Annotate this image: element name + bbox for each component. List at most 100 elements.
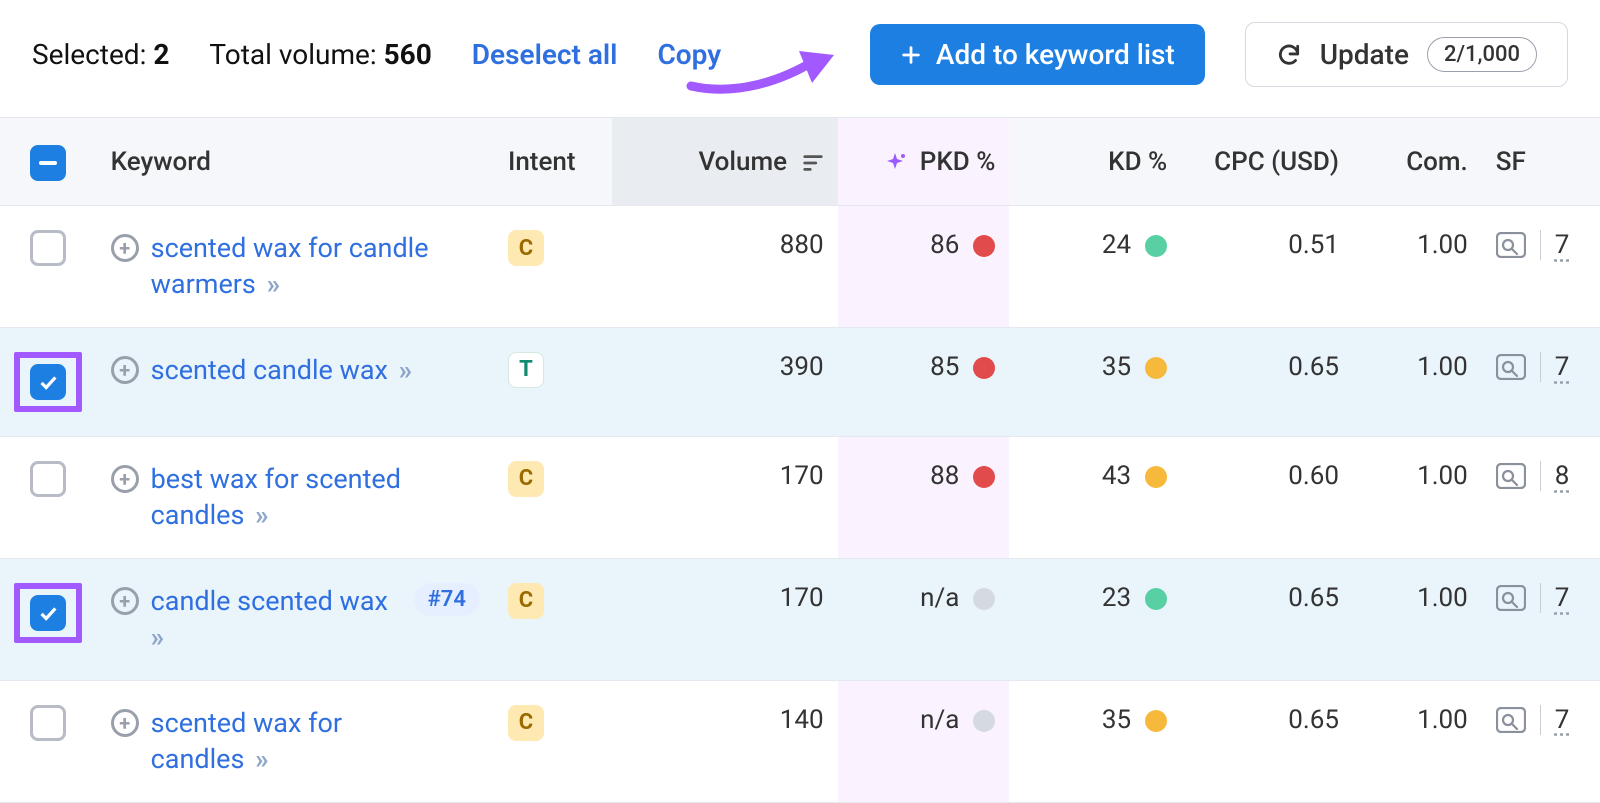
table-row: + scented candle wax » T 39085350.651.00 7 [0,327,1600,436]
difficulty-dot-icon [973,588,995,610]
volume-cell: 170 [612,436,838,558]
col-pkd-label: PKD % [920,147,996,177]
update-button[interactable]: Update 2/1,000 [1245,22,1568,87]
serp-preview-icon[interactable] [1496,463,1526,489]
kd-cell: 35 [1009,327,1181,436]
serp-preview-icon[interactable] [1496,354,1526,380]
col-checkbox[interactable] [0,118,97,206]
com-cell: 1.00 [1353,327,1482,436]
difficulty-dot-icon [1145,588,1167,610]
intent-badge: C [508,461,544,497]
col-com[interactable]: Com. [1353,118,1482,206]
keyword-link[interactable]: candle scented wax » [151,583,396,656]
com-cell: 1.00 [1353,680,1482,802]
cpc-cell: 0.65 [1181,327,1353,436]
expand-icon[interactable]: + [111,709,139,737]
add-to-keyword-list-button[interactable]: Add to keyword list [870,24,1205,85]
row-checkbox[interactable] [30,230,66,266]
expand-icon[interactable]: + [111,234,139,262]
highlight-box [14,583,82,643]
expand-icon[interactable]: + [111,356,139,384]
serp-preview-icon[interactable] [1496,707,1526,733]
col-sf[interactable]: SF [1482,118,1600,206]
difficulty-dot-icon [1145,466,1167,488]
volume-value: 560 [384,38,432,71]
toolbar: Selected: 2 Total volume: 560 Deselect a… [0,0,1600,117]
sort-desc-icon [802,153,824,173]
table-row: + scented wax for candles » C 140n/a350.651… [0,680,1600,802]
plus-icon [900,44,922,66]
row-checkbox[interactable] [30,705,66,741]
sf-count[interactable]: 8 [1540,461,1570,491]
kd-cell: 35 [1009,680,1181,802]
table-row: +candle scented wax »#74C170n/a230.651.0… [0,558,1600,680]
sparkle-icon [883,151,907,175]
serp-preview-icon[interactable] [1496,585,1526,611]
difficulty-dot-icon [1145,235,1167,257]
com-cell: 1.00 [1353,558,1482,680]
row-checkbox[interactable] [30,595,66,631]
keyword-link[interactable]: scented wax for candles » [151,705,431,778]
cpc-cell: 0.60 [1181,436,1353,558]
row-checkbox[interactable] [30,461,66,497]
com-cell: 1.00 [1353,206,1482,328]
table-row: + best wax for scented candles » C 17088430… [0,436,1600,558]
volume-cell: 390 [612,327,838,436]
sf-count[interactable]: 7 [1540,583,1570,613]
difficulty-dot-icon [1145,357,1167,379]
col-pkd[interactable]: PKD % [838,118,1010,206]
serp-preview-icon[interactable] [1496,232,1526,258]
col-cpc[interactable]: CPC (USD) [1181,118,1353,206]
pkd-cell: n/a [838,680,1010,802]
callout-arrow-icon [686,41,836,101]
volume-cell: 880 [612,206,838,328]
intent-badge: C [508,705,544,741]
selected-label: Selected: [32,38,146,71]
difficulty-dot-icon [973,235,995,257]
kd-cell: 43 [1009,436,1181,558]
cpc-cell: 0.65 [1181,680,1353,802]
expand-icon[interactable]: + [111,465,139,493]
pkd-cell: 88 [838,436,1010,558]
col-volume[interactable]: Volume [612,118,838,206]
difficulty-dot-icon [973,357,995,379]
kd-cell: 23 [1009,558,1181,680]
cpc-cell: 0.51 [1181,206,1353,328]
col-kd[interactable]: KD % [1009,118,1181,206]
selected-meta: Selected: 2 [32,38,169,71]
volume-label: Total volume: [209,38,376,71]
kd-cell: 24 [1009,206,1181,328]
sf-count[interactable]: 7 [1540,352,1570,382]
chevron-right-icon: » [248,499,268,531]
chevron-right-icon: » [151,621,165,653]
volume-meta: Total volume: 560 [209,38,431,71]
pkd-cell: 85 [838,327,1010,436]
cpc-cell: 0.65 [1181,558,1353,680]
intent-badge: T [508,352,544,388]
difficulty-dot-icon [973,466,995,488]
deselect-all-link[interactable]: Deselect all [472,38,618,71]
table-row: + scented wax for candle warmers » C 880862… [0,206,1600,328]
refresh-icon [1276,42,1302,68]
col-intent[interactable]: Intent [494,118,612,206]
volume-cell: 140 [612,680,838,802]
intent-badge: C [508,230,544,266]
select-all-checkbox[interactable] [30,145,66,181]
update-label: Update [1320,38,1409,71]
pkd-cell: 86 [838,206,1010,328]
expand-icon[interactable]: + [111,587,139,615]
row-checkbox[interactable] [30,364,66,400]
sf-count[interactable]: 7 [1540,705,1570,735]
chevron-right-icon: » [248,743,268,775]
difficulty-dot-icon [1145,710,1167,732]
col-keyword[interactable]: Keyword [97,118,494,206]
intent-badge: C [508,583,544,619]
sf-count[interactable]: 7 [1540,230,1570,260]
keyword-link[interactable]: best wax for scented candles » [151,461,431,534]
pkd-cell: n/a [838,558,1010,680]
keyword-link[interactable]: scented wax for candle warmers » [151,230,431,303]
keyword-table: Keyword Intent Volume PKD % KD % CPC (US… [0,117,1600,803]
volume-cell: 170 [612,558,838,680]
keyword-link[interactable]: scented candle wax » [151,352,413,388]
chevron-right-icon: » [260,268,280,300]
